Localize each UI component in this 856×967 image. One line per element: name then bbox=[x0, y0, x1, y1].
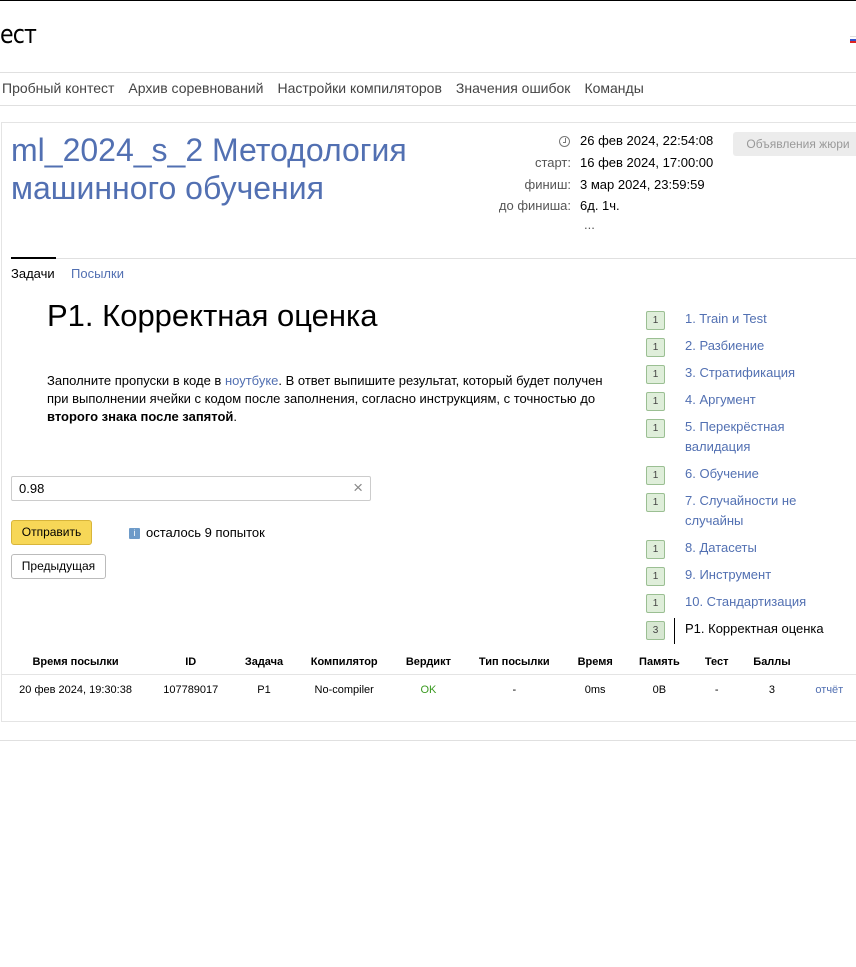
tab-submissions[interactable]: Посылки bbox=[71, 266, 124, 281]
problem-list-label[interactable]: 5. Перекрёстная валидация bbox=[685, 417, 835, 457]
report-link[interactable]: отчёт bbox=[802, 674, 856, 705]
finish-value: 3 мар 2024, 23:59:59 bbox=[580, 177, 705, 192]
score-badge: 1 bbox=[646, 567, 665, 586]
problem-list-label[interactable]: 3. Стратификация bbox=[685, 363, 835, 383]
score-badge: 1 bbox=[646, 338, 665, 357]
nav-divider-bottom bbox=[0, 105, 856, 106]
problem-list-label[interactable]: 1. Train и Test bbox=[685, 309, 835, 329]
tabs-divider bbox=[11, 258, 856, 259]
submit-button[interactable]: Отправить bbox=[11, 520, 92, 545]
problem-list-label[interactable]: 10. Стандартизация bbox=[685, 592, 835, 612]
clear-icon[interactable]: × bbox=[353, 478, 363, 498]
column-header: Время bbox=[577, 656, 613, 668]
answer-input[interactable]: 0.98 × bbox=[11, 476, 371, 501]
problem-list-label[interactable]: 4. Аргумент bbox=[685, 390, 835, 410]
column-header: Тест bbox=[704, 656, 729, 668]
nav-compiler-settings[interactable]: Настройки компиляторов bbox=[277, 80, 441, 96]
language-flag-icon[interactable] bbox=[850, 36, 856, 43]
remaining-label: до финиша: bbox=[498, 198, 571, 213]
column-header: ID bbox=[185, 656, 197, 668]
start-value: 16 фев 2024, 17:00:00 bbox=[580, 155, 714, 170]
problem-statement: Заполните пропуски в коде в ноутбуке. В … bbox=[47, 372, 607, 426]
table-cell: No-compiler bbox=[296, 674, 392, 705]
finish-label: финиш: bbox=[524, 177, 571, 192]
answer-value[interactable]: 0.98 bbox=[19, 481, 44, 496]
problem-list-label[interactable]: 9. Инструмент bbox=[685, 565, 835, 585]
table-cell: 0ms bbox=[563, 674, 627, 705]
timing-more[interactable]: ... bbox=[584, 217, 595, 232]
clock-icon bbox=[559, 136, 570, 147]
nav-archive[interactable]: Архив соревнований bbox=[128, 80, 263, 96]
score-badge: 1 bbox=[646, 540, 665, 559]
table-cell: 3 bbox=[741, 674, 803, 705]
table-cell: - bbox=[692, 674, 742, 705]
table-cell: 20 фев 2024, 19:30:38 bbox=[1, 674, 151, 705]
tab-problems[interactable]: Задачи bbox=[11, 266, 55, 281]
info-icon: i bbox=[129, 528, 140, 539]
current-time: 26 фев 2024, 22:54:08 bbox=[580, 133, 714, 148]
problem-list-label[interactable]: 2. Разбиение bbox=[685, 336, 835, 356]
previous-problem-button[interactable]: Предыдущая bbox=[11, 554, 106, 579]
attempts-text: осталось 9 попыток bbox=[146, 525, 265, 540]
column-header: Время посылки bbox=[32, 656, 119, 668]
top-border bbox=[0, 0, 856, 1]
score-badge: 1 bbox=[646, 365, 665, 384]
nav-error-codes[interactable]: Значения ошибок bbox=[456, 80, 571, 96]
jury-announcements-button[interactable]: Объявления жюри bbox=[733, 132, 856, 156]
problem-title: P1. Корректная оценка bbox=[47, 298, 378, 333]
nav-teams[interactable]: Команды bbox=[584, 80, 643, 96]
score-badge: 3 bbox=[646, 621, 665, 640]
score-badge: 1 bbox=[646, 392, 665, 411]
problem-list-label[interactable]: 7. Случайности не случайны bbox=[685, 491, 835, 531]
score-badge: 1 bbox=[646, 311, 665, 330]
submissions-table: Время посылки ID Задача Компилятор Вердикт Ти… bbox=[1, 650, 856, 705]
page-divider bbox=[0, 740, 856, 741]
column-header: Вердикт bbox=[405, 656, 451, 668]
table-cell: 0B bbox=[626, 674, 693, 705]
table-cell: 107789017 bbox=[150, 674, 232, 705]
nav-divider-top bbox=[0, 72, 856, 73]
score-badge: 1 bbox=[646, 419, 665, 438]
contest-title[interactable]: ml_2024_s_2 Методология машинного обучен… bbox=[11, 131, 451, 207]
attempts-info: i осталось 9 попыток bbox=[129, 525, 265, 540]
site-logo[interactable]: ест bbox=[0, 20, 37, 50]
statement-bold: второго знака после запятой bbox=[47, 409, 234, 424]
column-header: Память bbox=[639, 656, 680, 668]
statement-text: Заполните пропуски в коде в bbox=[47, 373, 225, 388]
problem-list-label[interactable]: 8. Датасеты bbox=[685, 538, 835, 558]
nav-trial-contest[interactable]: Пробный контест bbox=[2, 80, 114, 96]
verdict-cell: OK bbox=[391, 674, 465, 705]
table-header-row: Время посылки ID Задача Компилятор Вердикт Ти… bbox=[1, 650, 856, 675]
main-nav: Пробный контест Архив соревнований Настр… bbox=[2, 80, 658, 96]
table-cell: P1 bbox=[231, 674, 297, 705]
column-header: Тип посылки bbox=[478, 656, 550, 668]
table-cell: - bbox=[465, 674, 564, 705]
table-row: 20 фев 2024, 19:30:38 107789017 P1 No-compi… bbox=[1, 674, 856, 705]
remaining-value: 6д. 1ч. bbox=[580, 198, 620, 213]
column-header: Баллы bbox=[753, 656, 791, 668]
score-badge: 1 bbox=[646, 594, 665, 613]
start-label: старт: bbox=[534, 155, 571, 170]
problem-list-label: P1. Корректная оценка bbox=[685, 621, 824, 636]
score-badge: 1 bbox=[646, 466, 665, 485]
problem-list-label[interactable]: 6. Обучение bbox=[685, 464, 835, 484]
active-tab-indicator bbox=[11, 257, 56, 259]
current-marker bbox=[674, 618, 675, 644]
statement-text: . bbox=[233, 409, 238, 424]
column-header: Компилятор bbox=[310, 656, 378, 668]
column-header: Задача bbox=[244, 656, 284, 668]
column-header bbox=[803, 650, 856, 675]
score-badge: 1 bbox=[646, 493, 665, 512]
notebook-link[interactable]: ноутбуке bbox=[225, 373, 278, 388]
